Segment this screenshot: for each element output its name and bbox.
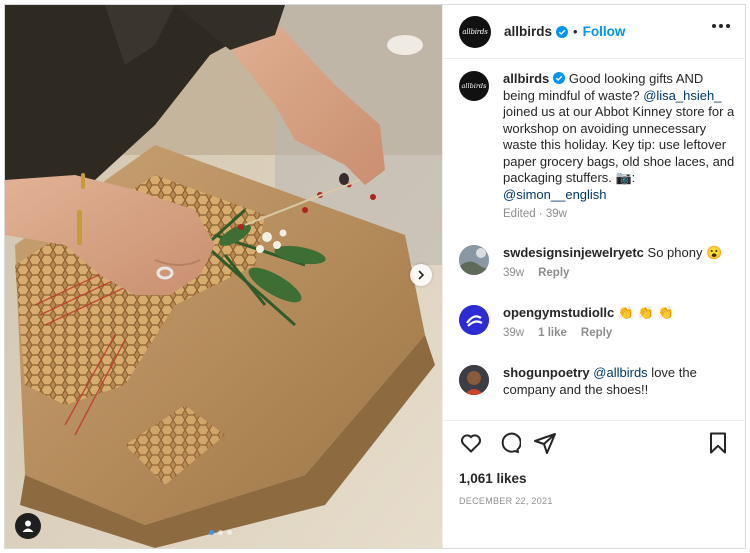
actions-divider [443,420,746,421]
post-window: allbirds allbirds • Follow allbirds allb… [4,4,746,549]
post-actions [459,431,730,459]
comment-content: So phony 😮 [643,245,723,260]
caption-username[interactable]: allbirds [503,71,549,86]
comment-time: 39w [503,326,525,339]
post-photo[interactable] [5,5,442,548]
comment-item: opengymstudiollc 👏 👏 👏 39w 1 like Reply [459,305,732,365]
comment-avatar[interactable] [459,365,489,395]
chevron-right-icon [418,270,425,280]
caption-avatar[interactable]: allbirds [459,71,489,101]
caption-text: allbirds Good looking gifts AND being mi… [503,71,737,203]
caption-part: joined us at our Abbot Kinney store for … [503,104,735,185]
mention-link[interactable]: @simon__english [503,187,607,202]
comment-text: swdesignsinjewelryetc So phony 😮 [503,245,722,262]
comment-text: opengymstudiollc 👏 👏 👏 [503,305,674,322]
comment-item: shogunpoetry @allbirds love the company … [459,365,732,398]
comment-content: 👏 👏 👏 [614,305,674,320]
carousel-indicator [209,530,232,535]
follow-button[interactable]: Follow [583,24,626,39]
comment-likes[interactable]: 1 like [538,327,567,339]
carousel-dot [227,530,232,535]
avatar-image [459,305,489,335]
comment-username[interactable]: shogunpoetry [503,365,590,380]
post-header: allbirds allbirds • Follow [443,5,746,59]
comment-avatar[interactable] [459,305,489,335]
comment-time: 39w [503,266,525,279]
verified-badge-icon [553,72,566,84]
comment-text: shogunpoetry @allbirds love the company … [503,365,723,398]
likes-count[interactable]: 1,061 likes [459,471,527,486]
mention-link[interactable]: @lisa_hsieh_ [643,88,721,103]
comment-username[interactable]: opengymstudiollc [503,305,614,320]
tagged-users-button[interactable] [15,513,41,539]
send-icon[interactable] [533,431,557,455]
caption: allbirds allbirds Good looking gifts AND… [459,71,734,245]
bookmark-icon[interactable] [706,431,730,455]
comments-list: allbirds allbirds Good looking gifts AND… [459,71,734,398]
caption-edited-time: Edited · 39w [503,208,567,220]
next-slide-button[interactable] [410,264,432,286]
more-options-icon[interactable] [712,24,730,28]
gift-wrapping-photo [5,5,442,548]
author-username[interactable]: allbirds [504,24,552,39]
user-icon [22,520,34,532]
post-date: DECEMBER 22, 2021 [459,496,553,506]
carousel-dot-active [209,530,214,535]
reply-button[interactable]: Reply [538,267,569,279]
avatar-image [459,365,489,395]
comment-icon[interactable] [497,431,521,455]
mention-link[interactable]: @allbirds [593,365,647,380]
reply-button[interactable]: Reply [581,327,612,339]
caption-meta: Edited · 39w [503,208,737,220]
comment-meta: 39w Reply [503,267,722,279]
carousel-dot [218,530,223,535]
author-avatar[interactable]: allbirds [459,15,491,48]
post-details-panel: allbirds allbirds • Follow allbirds allb… [442,5,746,548]
heart-icon[interactable] [459,431,483,455]
header-separator: • [573,24,578,39]
avatar-image [459,245,489,275]
verified-badge-icon [556,25,569,38]
comment-meta: 39w 1 like Reply [503,327,674,339]
comment-item: swdesignsinjewelryetc So phony 😮 39w Repl… [459,245,732,305]
comment-avatar[interactable] [459,245,489,275]
comment-username[interactable]: swdesignsinjewelryetc [503,245,644,260]
